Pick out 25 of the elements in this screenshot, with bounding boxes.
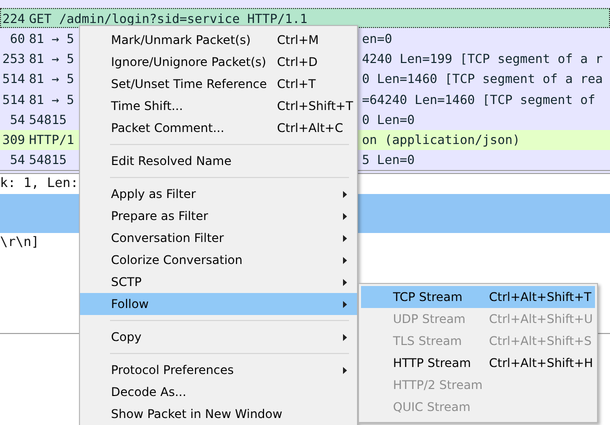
packet-info: en=0: [362, 30, 394, 46]
detail-text: k: 1, Len:: [0, 176, 78, 192]
packet-info: 81 → 5: [29, 51, 74, 66]
packet-length: 514: [2, 92, 26, 107]
packet-length: 54: [10, 112, 26, 127]
packet-length: 253: [2, 51, 26, 66]
packet-length: 309: [2, 132, 26, 148]
packet-info: 81 → 5: [29, 92, 74, 107]
packet-info: =64240 Len=1460 [TCP segment of: [362, 92, 596, 107]
packet-info: 81 → 5: [29, 71, 74, 86]
packet-info: 81 → 5: [29, 30, 74, 46]
packet-info: 0 Len=1460 [TCP segment of a rea: [362, 71, 604, 86]
packet-info: HTTP/1: [29, 132, 74, 148]
packet-length: 60: [10, 30, 26, 46]
packet-info: 54815: [29, 152, 67, 168]
detail-text: \r\n]: [0, 234, 40, 250]
packet-length: 54: [10, 152, 26, 168]
packet-length: 224: [2, 10, 26, 26]
packet-length: 514: [2, 71, 26, 86]
packet-info: GET /admin/login?sid=service HTTP/1.1: [29, 10, 308, 26]
packet-info: on (application/json): [362, 132, 522, 148]
packet-info: 4240 Len=199 [TCP segment of a r: [362, 51, 604, 66]
packet-info: 0 Len=0: [362, 112, 416, 127]
packet-info: 5 Len=0: [362, 152, 416, 168]
packet-info: 54815: [29, 112, 67, 127]
